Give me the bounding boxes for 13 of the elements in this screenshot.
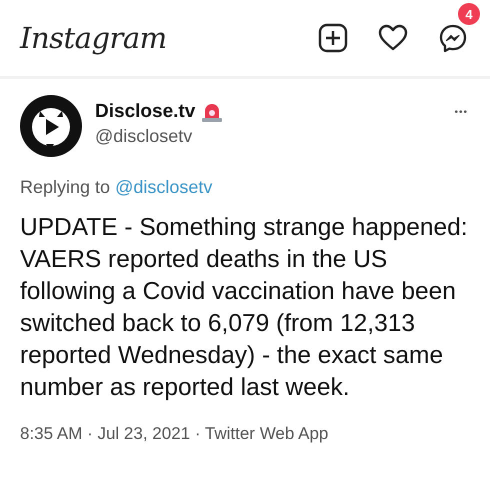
avatar-icon: [20, 95, 82, 157]
replying-to-text: Replying to @disclosetv: [20, 177, 214, 198]
messenger-icon[interactable]: [438, 23, 468, 53]
tweet-text: UPDATE - Something strange happened: VAERS reported deaths in the US following a Covid vaccination have been switched back to 6,079 (from 12,313 reported Wednesday) - the exact same number as reported last week.: [20, 213, 469, 403]
notification-badge: 4: [458, 3, 480, 25]
heart-icon[interactable]: [378, 23, 408, 53]
account-handle[interactable]: @disclosetv: [95, 126, 442, 147]
more-options[interactable]: •••: [454, 95, 468, 118]
account-name[interactable]: Disclose.tv: [95, 101, 196, 123]
app-logo: Instagram: [20, 21, 168, 55]
tweet-timestamp: 8:35 AM · Jul 23, 2021 · Twitter Web App: [20, 424, 330, 444]
add-post-icon[interactable]: [318, 23, 348, 53]
siren-icon: [201, 102, 224, 122]
